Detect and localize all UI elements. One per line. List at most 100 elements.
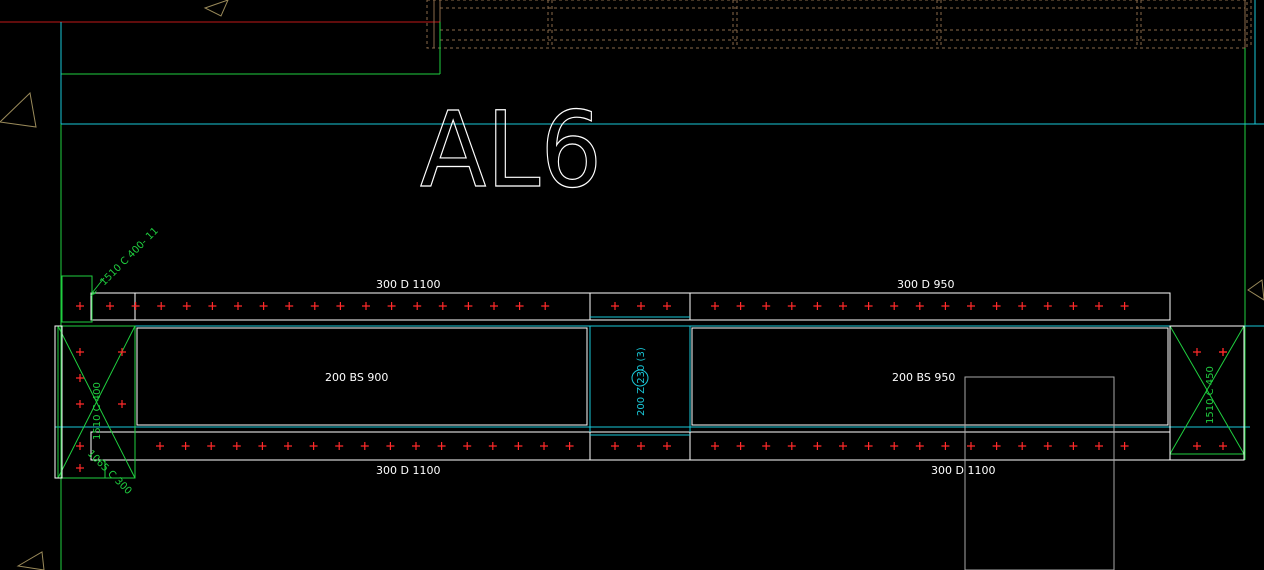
- label-green-right: 1510 C 450: [1205, 366, 1216, 424]
- rebar-plus-mark: [234, 302, 242, 310]
- rebar-plus-mark: [565, 442, 574, 450]
- rebar-plus-mark: [1120, 442, 1129, 450]
- rebar-plus-mark: [259, 302, 268, 310]
- rebar-plus-mark: [336, 302, 345, 310]
- rebar-plus-mark: [76, 400, 84, 408]
- rebar-plus-mark: [941, 442, 950, 450]
- rebar-plus-mark: [967, 302, 975, 310]
- rebar-plus-mark: [1069, 442, 1078, 450]
- rebar-plus-mark: [182, 302, 191, 310]
- label-top-left: 300 D 1100: [376, 278, 440, 291]
- rebar-plus-mark: [1193, 442, 1201, 450]
- rebar-plus-mark: [787, 442, 796, 450]
- label-green-bottom: 1065 C 300: [85, 448, 134, 497]
- beam-top-strip: [90, 292, 1171, 321]
- beam-bottom-strip: [90, 431, 1171, 461]
- triangle-marker-icon: [0, 91, 37, 128]
- rebar-plus-mark: [864, 302, 873, 310]
- rebar-plus-mark: [514, 442, 523, 450]
- label-mid-right: 200 BS 950: [892, 371, 955, 384]
- rebar-plus-mark: [813, 302, 822, 310]
- cad-drawing-canvas[interactable]: AL6 300 D 1100 300 D 950 300 D 1100 300 …: [0, 0, 1264, 570]
- rebar-plus-mark: [360, 442, 369, 450]
- rebar-plus-mark: [992, 302, 1001, 310]
- rebar-plus-mark: [1120, 302, 1129, 310]
- triangle-marker-icon: [16, 551, 45, 570]
- rebar-plus-mark: [787, 302, 796, 310]
- rebar-plus-mark: [1095, 442, 1103, 450]
- rebar-plus-mark: [438, 302, 447, 310]
- rebar-plus-mark: [157, 302, 166, 310]
- rebar-plus-mark: [76, 442, 84, 450]
- rebar-plus-mark: [1043, 442, 1052, 450]
- rebar-plus-mark: [992, 442, 1001, 450]
- rebar-plus-mark: [915, 302, 924, 310]
- green-guide-lines: [60, 22, 1246, 570]
- rebar-plus-mark: [736, 442, 745, 450]
- rebar-plus-mark: [285, 302, 294, 310]
- rebar-plus-mark: [488, 442, 497, 450]
- rebar-plus-mark: [515, 302, 524, 310]
- rebar-plus-mark: [412, 442, 420, 450]
- rebar-plus-mark: [284, 442, 292, 450]
- rebar-plus-mark: [437, 442, 446, 450]
- label-top-right: 300 D 950: [897, 278, 954, 291]
- rebar-plus-mark: [663, 442, 671, 450]
- rebar-plus-mark: [637, 302, 645, 310]
- cyan-bar-lines: [55, 316, 1264, 436]
- rebar-plus-mark: [762, 302, 771, 310]
- rebar-plus-mark: [362, 302, 370, 310]
- rebar-plus-mark: [839, 302, 847, 310]
- rebar-plus-mark: [611, 442, 619, 450]
- rebar-plus-mark: [736, 302, 745, 310]
- rebar-plus-mark: [864, 442, 873, 450]
- rebar-plus-mark: [464, 302, 473, 310]
- rebar-plus-mark: [1018, 302, 1027, 310]
- rebar-plus-mark: [1193, 348, 1201, 356]
- rebar-plus-mark: [890, 442, 899, 450]
- rebar-plus-mark: [208, 302, 217, 310]
- label-center-vertical: 200 Z 230 (3): [636, 347, 647, 416]
- rebar-plus-mark: [711, 442, 719, 450]
- rebar-plus-mark: [181, 442, 190, 450]
- rebar-plus-mark: [76, 464, 84, 472]
- rebar-plus-mark: [1219, 442, 1227, 450]
- rebar-plus-mark: [118, 348, 126, 356]
- rebar-plus-mark: [540, 442, 548, 450]
- rebar-plus-mark: [1069, 302, 1078, 310]
- rebar-plus-mark: [1095, 302, 1103, 310]
- column-left[interactable]: [54, 275, 136, 479]
- rebar-plus-mark: [232, 442, 241, 450]
- rebar-plus-mark: [637, 442, 645, 450]
- rebar-plus-mark: [1043, 302, 1052, 310]
- rebar-plus-mark: [258, 442, 267, 450]
- rebar-plus-mark: [762, 442, 771, 450]
- rebar-plus-mark: [335, 442, 344, 450]
- cyan-guide-lines: [60, 0, 1264, 125]
- rebar-plus-mark: [611, 302, 619, 310]
- label-mid-left: 200 BS 900: [325, 371, 388, 384]
- label-green-left: 1510 C 400: [92, 382, 103, 440]
- rebar-plus-mark: [915, 442, 924, 450]
- rebar-plus-mark: [106, 302, 114, 310]
- building-outline-top: [426, 0, 1252, 49]
- rebar-plus-mark: [413, 302, 422, 310]
- label-bottom-right: 300 D 1100: [931, 464, 995, 477]
- rebar-plus-mark: [663, 302, 671, 310]
- label-green-top: 1510 C 400- 11: [98, 226, 161, 289]
- rebar-plus-mark: [711, 302, 719, 310]
- rebar-plus-mark: [463, 442, 472, 450]
- rebar-plus-mark: [839, 442, 847, 450]
- rebar-plus-mark: [76, 348, 84, 356]
- rebar-plus-mark: [310, 302, 319, 310]
- rebar-plus-mark: [207, 442, 216, 450]
- rebar-plus-mark: [541, 302, 550, 310]
- rebar-plus-mark: [118, 400, 126, 408]
- rebar-plus-mark: [967, 442, 975, 450]
- rebar-plus-mark: [1018, 442, 1027, 450]
- rebar-plus-mark: [386, 442, 395, 450]
- rebar-plus-mark: [76, 302, 84, 310]
- rebar-plus-mark: [890, 302, 899, 310]
- rebar-plus-mark: [1219, 348, 1227, 356]
- triangle-marker-icon: [203, 0, 229, 17]
